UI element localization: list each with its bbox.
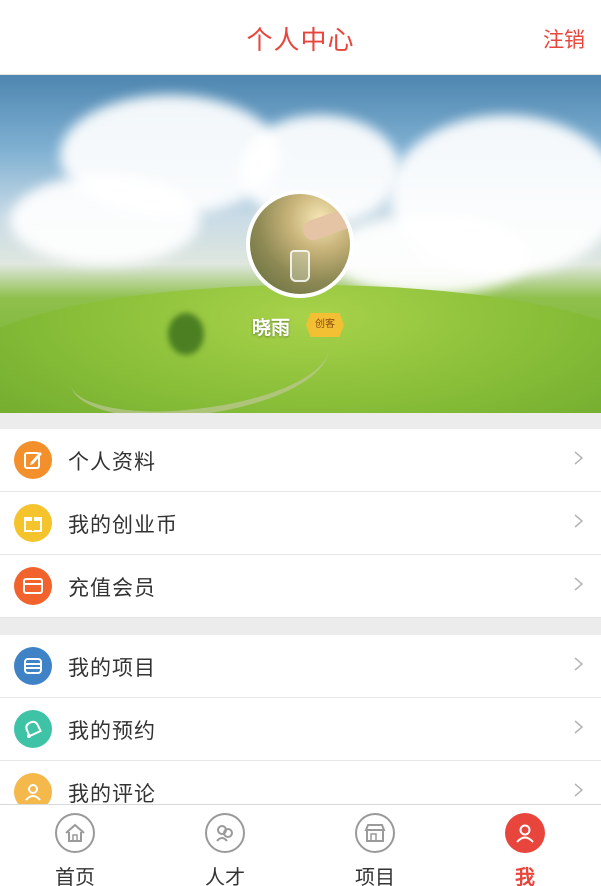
menu-item-recharge[interactable]: 充值会员 bbox=[0, 555, 601, 618]
avatar-jar bbox=[290, 250, 310, 282]
bell-icon bbox=[14, 710, 52, 748]
chevron-right-icon bbox=[574, 514, 584, 528]
tab-talent[interactable]: 人才 bbox=[150, 805, 300, 886]
section-separator bbox=[0, 413, 601, 429]
avatar[interactable] bbox=[246, 190, 354, 298]
top-bar: 个人中心 注销 bbox=[0, 0, 601, 75]
chevron-right-icon bbox=[574, 657, 584, 671]
people-icon bbox=[205, 813, 245, 853]
username: 晓雨 bbox=[252, 317, 291, 339]
chevron-right-icon bbox=[574, 720, 584, 734]
menu-item-label: 个人资料 bbox=[68, 450, 156, 474]
menu-item-appointments[interactable]: 我的预约 bbox=[0, 698, 601, 761]
me-icon bbox=[505, 813, 545, 853]
edit-icon bbox=[14, 441, 52, 479]
chevron-right-icon bbox=[574, 577, 584, 591]
banner-bush bbox=[168, 313, 204, 355]
menu-item-projects[interactable]: 我的项目 bbox=[0, 635, 601, 698]
store-icon bbox=[355, 813, 395, 853]
role-badge: 创客 bbox=[306, 313, 344, 337]
gift-icon bbox=[14, 504, 52, 542]
menu-item-label: 我的项目 bbox=[68, 656, 156, 680]
chevron-right-icon bbox=[574, 783, 584, 797]
menu-item-profile[interactable]: 个人资料 bbox=[0, 429, 601, 492]
tab-me[interactable]: 我 bbox=[450, 805, 600, 886]
menu-item-label: 我的创业币 bbox=[68, 513, 178, 537]
avatar-hand bbox=[300, 205, 350, 243]
banner-cloud bbox=[10, 175, 200, 265]
tab-projects[interactable]: 项目 bbox=[300, 805, 450, 886]
menu-item-label: 充值会员 bbox=[68, 576, 156, 600]
card-icon bbox=[14, 567, 52, 605]
tab-label: 项目 bbox=[355, 865, 395, 886]
menu-item-label: 我的预约 bbox=[68, 719, 156, 743]
page-title: 个人中心 bbox=[246, 26, 355, 56]
banner-cloud bbox=[330, 215, 530, 295]
logout-button[interactable]: 注销 bbox=[543, 24, 585, 54]
tab-label: 人才 bbox=[205, 865, 245, 886]
stack-icon bbox=[14, 647, 52, 685]
chevron-right-icon bbox=[574, 451, 584, 465]
section-separator bbox=[0, 618, 601, 635]
tab-label: 首页 bbox=[55, 865, 95, 886]
bottom-tab-bar: 首页 人才 项目 我 bbox=[0, 804, 601, 886]
home-icon bbox=[55, 813, 95, 853]
tab-label: 我 bbox=[515, 865, 535, 886]
menu-item-coins[interactable]: 我的创业币 bbox=[0, 492, 601, 555]
tab-home[interactable]: 首页 bbox=[0, 805, 150, 886]
